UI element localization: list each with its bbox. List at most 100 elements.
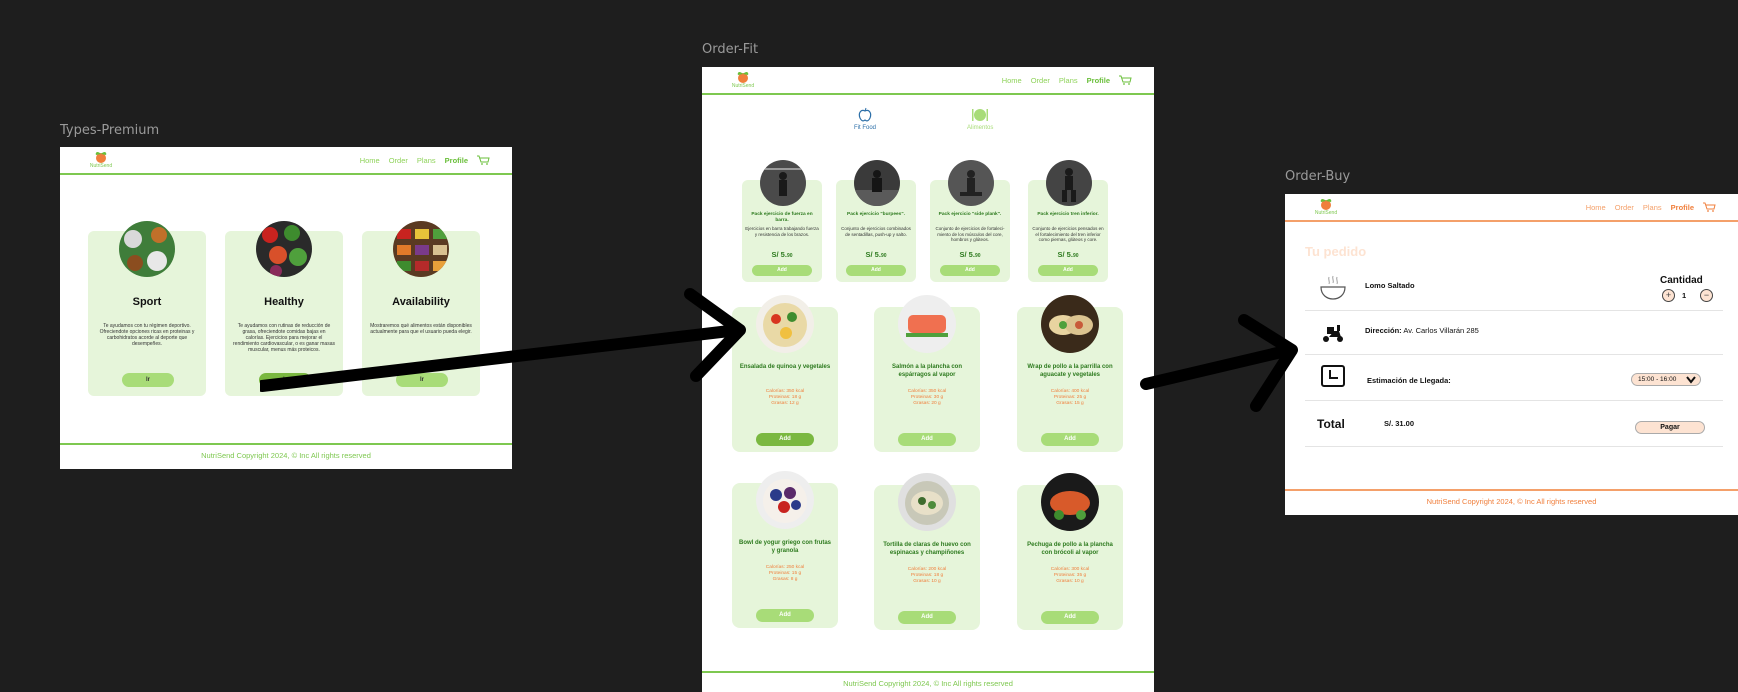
increase-button[interactable]: +	[1662, 289, 1675, 302]
nav-profile[interactable]: Profile	[1671, 203, 1694, 212]
food-card: Bowl de yogur griego con frutas y granol…	[732, 471, 838, 628]
clock-icon	[1321, 365, 1345, 387]
exercise-title: Pack ejercicio tren inferior.	[1037, 212, 1099, 217]
exercise-price: S/ 5.90	[771, 250, 793, 259]
food-title: Wrap de pollo a la parrilla con aguacate…	[1027, 364, 1113, 378]
exercise-title: Pack ejercicio "side plank".	[938, 212, 1002, 217]
sport-image	[119, 221, 175, 277]
exercise-image	[854, 160, 900, 206]
exercise-image	[760, 160, 806, 206]
order-buy-frame: NutriSend Home Order Plans Profile Tu pe…	[1285, 194, 1738, 515]
nav-order[interactable]: Order	[389, 156, 408, 165]
plate-icon	[972, 109, 989, 121]
order-heading: Tu pedido	[1305, 244, 1367, 259]
food-card: Pechuga de pollo a la plancha con brócol…	[1017, 473, 1123, 630]
logo-text: NutriSend	[89, 163, 113, 169]
go-button[interactable]: Ir	[122, 373, 174, 387]
food-image	[1041, 473, 1099, 531]
food-title: Salmón a la plancha con espárragos al va…	[891, 364, 963, 378]
exercise-image	[948, 160, 994, 206]
exercise-price: S/ 5.90	[865, 250, 887, 259]
food-nutrition: Calorías: 200 kcal Proteinas: 18 g Grasas:…	[907, 567, 947, 584]
address-row: Dirección: Av. Carlos Villarán 285	[1305, 311, 1723, 355]
nav-plans[interactable]: Plans	[417, 156, 436, 165]
food-nutrition: Calorías: 400 kcal Proteinas: 25 g Grasas:…	[1050, 389, 1090, 406]
food-image	[898, 473, 956, 531]
navbar: NutriSend Home Order Plans Profile	[702, 67, 1154, 95]
tab-alimentos[interactable]: Alimentos	[967, 107, 993, 131]
card-title: Sport	[132, 296, 162, 308]
total-row: Total S/. 31.00 Pagar	[1305, 401, 1723, 447]
order-item-row: Lomo Saltado Cantidad + 1 −	[1305, 267, 1723, 311]
chevron-down-icon	[1686, 376, 1696, 384]
scooter-icon	[1323, 325, 1343, 342]
logo[interactable]: NutriSend	[86, 149, 116, 169]
exercise-title: Pack ejercicio "burpees".	[847, 212, 905, 217]
food-title: Bowl de yogur griego con frutas y granol…	[738, 540, 831, 554]
food-image	[1041, 295, 1099, 353]
total-value: S/. 31.00	[1384, 419, 1415, 428]
logo[interactable]: NutriSend	[728, 69, 758, 89]
decrease-button[interactable]: −	[1700, 289, 1713, 302]
bowl-icon	[1320, 275, 1346, 300]
item-name: Lomo Saltado	[1365, 281, 1415, 290]
food-title: Pechuga de pollo a la plancha con brócol…	[1027, 542, 1113, 556]
add-button[interactable]: Add	[1041, 433, 1099, 446]
add-button[interactable]: Add	[1038, 265, 1098, 276]
eta-select[interactable]: 15:00 - 16:00	[1631, 373, 1701, 386]
tab-label: Fit Food	[854, 125, 877, 131]
exercise-card: Pack ejercicio de fuerza en barra. Ejerc…	[742, 160, 822, 282]
food-nutrition: Calorías: 350 kcal Proteinas: 30 g Grasas:…	[907, 389, 947, 406]
frame-label-order-fit: Order-Fit	[702, 42, 759, 57]
add-button[interactable]: Add	[1041, 611, 1099, 624]
cart-icon[interactable]	[1119, 75, 1132, 85]
nav-order[interactable]: Order	[1031, 76, 1050, 85]
add-button[interactable]: Add	[756, 433, 814, 446]
logo[interactable]: NutriSend	[1311, 196, 1341, 216]
logo-text: NutriSend	[731, 83, 755, 89]
exercise-card: Pack ejercicio "burpees". Conjunto de ej…	[836, 160, 916, 282]
food-image	[756, 295, 814, 353]
flow-arrow-2	[1140, 314, 1298, 412]
add-button[interactable]: Add	[898, 611, 956, 624]
apple-icon	[858, 107, 872, 122]
food-image	[756, 471, 814, 529]
food-card: Salmón a la plancha con espárragos al va…	[874, 295, 980, 452]
add-button[interactable]: Add	[756, 609, 814, 622]
nav-profile[interactable]: Profile	[445, 156, 468, 165]
tab-label: Alimentos	[967, 125, 994, 131]
nav-plans[interactable]: Plans	[1643, 203, 1662, 212]
exercise-card: Pack ejercicio "side plank". Conjunto de…	[930, 160, 1010, 282]
exercise-price: S/ 5.90	[959, 250, 981, 259]
exercise-card: Pack ejercicio tren inferior. Conjunto d…	[1028, 160, 1108, 282]
add-button[interactable]: Add	[898, 433, 956, 446]
exercise-description: Conjunto de ejercicios de fortaleci-mien…	[935, 226, 1005, 242]
food-card: Wrap de pollo a la parrilla con aguacate…	[1017, 295, 1123, 452]
nav-home[interactable]: Home	[1002, 76, 1022, 85]
food-nutrition: Calorías: 300 kcal Proteinas: 35 g Grasas:…	[1050, 567, 1090, 584]
availability-image	[393, 221, 449, 277]
food-card: Tortilla de claras de huevo con espinaca…	[874, 473, 980, 630]
nav-home[interactable]: Home	[1586, 203, 1606, 212]
add-button[interactable]: Add	[846, 265, 906, 276]
healthy-image	[256, 221, 312, 277]
footer: NutriSend Copyright 2024, © Inc All righ…	[702, 671, 1154, 692]
nav-plans[interactable]: Plans	[1059, 76, 1078, 85]
food-title: Tortilla de claras de huevo con espinaca…	[883, 542, 971, 556]
exercise-title: Pack ejercicio de fuerza en barra.	[751, 212, 813, 223]
plan-card-sport: Sport Te ayudamos con tu régimen deporti…	[88, 221, 206, 396]
add-button[interactable]: Add	[940, 265, 1000, 276]
tab-fit-food[interactable]: Fit Food	[854, 107, 876, 131]
nav-profile[interactable]: Profile	[1087, 76, 1110, 85]
nav-order[interactable]: Order	[1615, 203, 1634, 212]
footer: NutriSend Copyright 2024, © Inc All righ…	[1285, 489, 1738, 515]
cart-icon[interactable]	[1703, 202, 1716, 212]
food-nutrition: Calorías: 250 kcal Proteinas: 15 g Grasas:…	[765, 565, 805, 582]
logo-text: NutriSend	[1314, 210, 1338, 216]
frame-label-order-buy: Order-Buy	[1285, 169, 1351, 184]
add-button[interactable]: Add	[752, 265, 812, 276]
cart-icon[interactable]	[477, 155, 490, 165]
pay-button[interactable]: Pagar	[1635, 421, 1705, 434]
exercise-price: S/ 5.90	[1057, 250, 1079, 259]
nav-home[interactable]: Home	[360, 156, 380, 165]
